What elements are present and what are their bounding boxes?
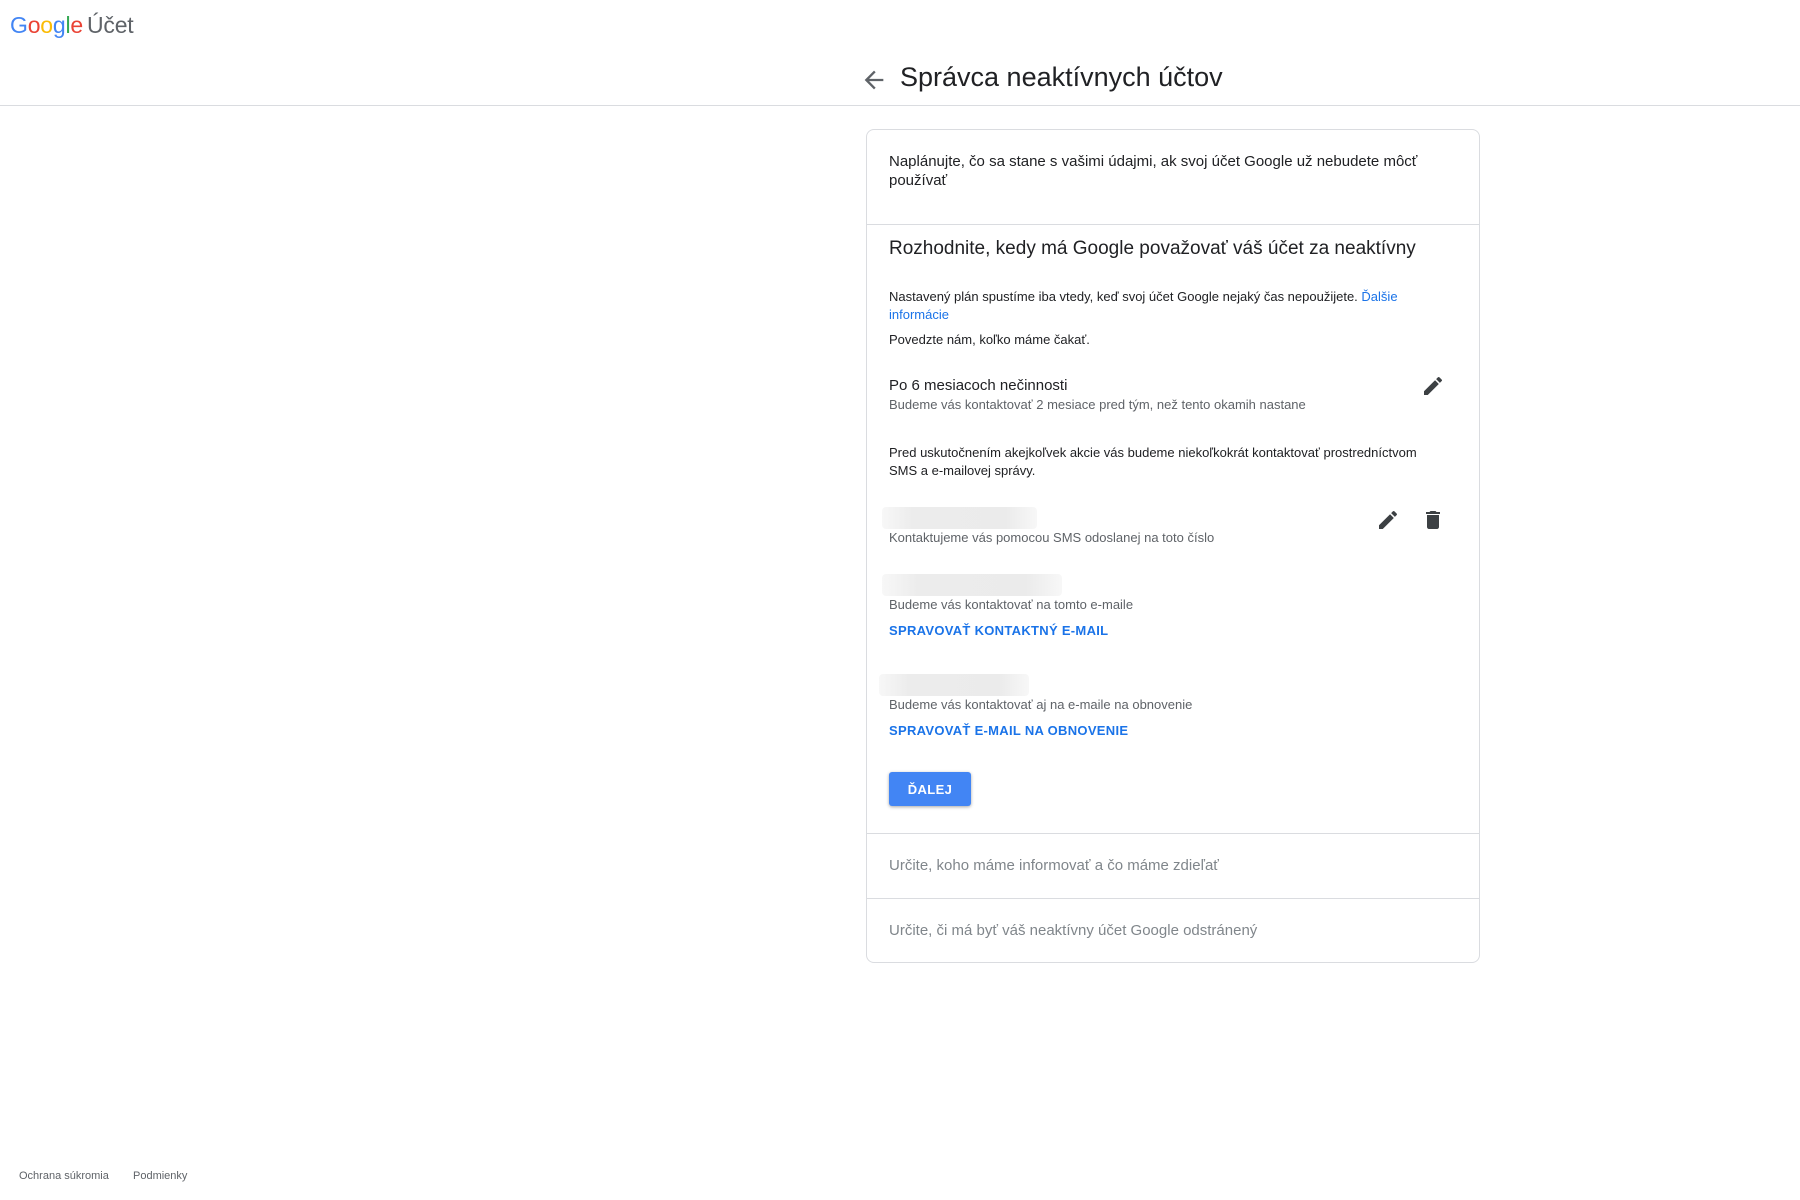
top-app-bar: Google Účet Správca neaktívnych účtov: [0, 0, 1800, 106]
timeout-title: Po 6 mesiacoch nečinnosti: [889, 377, 1068, 394]
redacted-phone-number: [882, 507, 1037, 529]
step-notify-share[interactable]: Určite, koho máme informovať a čo máme z…: [889, 857, 1219, 874]
redacted-recovery-email: [879, 674, 1029, 696]
logo-letter: g: [52, 12, 66, 38]
wait-prompt: Povedzte nám, koľko máme čakať.: [889, 332, 1090, 347]
recovery-email-subtitle: Budeme vás kontaktovať aj na e-maile na …: [889, 697, 1193, 712]
logo-letter: G: [10, 12, 28, 38]
step-delete-account[interactable]: Určite, či má byť váš neaktívny účet Goo…: [889, 922, 1257, 939]
pencil-icon: [1379, 510, 1398, 529]
plan-note: Nastavený plán spustíme iba vtedy, keď s…: [889, 288, 1429, 324]
timeout-subtitle: Budeme vás kontaktovať 2 mesiace pred tý…: [889, 397, 1306, 412]
logo-letter: e: [70, 12, 83, 38]
pencil-icon: [1424, 376, 1443, 395]
contact-email-subtitle: Budeme vás kontaktovať na tomto e-maile: [889, 597, 1134, 612]
edit-phone-button[interactable]: [1376, 508, 1400, 532]
contact-note: Pred uskutočnením akejkoľvek akcie vás b…: [889, 445, 1417, 478]
back-button[interactable]: [860, 66, 888, 94]
phone-subtitle: Kontaktujeme vás pomocou SMS odoslanej n…: [889, 530, 1215, 545]
redacted-contact-email: [882, 574, 1062, 596]
arrow-back-icon: [864, 70, 884, 90]
plan-note-text: Nastavený plán spustíme iba vtedy, keď s…: [889, 289, 1358, 304]
manage-contact-email-link[interactable]: SPRAVOVAŤ KONTAKTNÝ E-MAIL: [889, 623, 1108, 638]
manage-recovery-email-link[interactable]: SPRAVOVAŤ E-MAIL NA OBNOVENIE: [889, 723, 1128, 738]
divider: [867, 224, 1479, 225]
section-title: Rozhodnite, kedy má Google považovať váš…: [889, 238, 1416, 259]
card-intro: Naplánujte, čo sa stane s vašimi údajmi,…: [889, 153, 1418, 189]
logo-letter: o: [40, 12, 53, 38]
product-name: Účet: [87, 12, 134, 38]
terms-link[interactable]: Podmienky: [133, 1170, 187, 1182]
inactive-account-card: Naplánujte, čo sa stane s vašimi údajmi,…: [866, 129, 1480, 963]
google-account-logo[interactable]: Google Účet: [10, 12, 134, 39]
trash-icon: [1426, 511, 1440, 529]
privacy-link[interactable]: Ochrana súkromia: [19, 1170, 109, 1182]
next-button[interactable]: ĎALEJ: [889, 772, 971, 806]
divider: [867, 833, 1479, 834]
logo-letter: o: [27, 12, 41, 38]
page-title: Správca neaktívnych účtov: [900, 62, 1223, 92]
divider: [867, 898, 1479, 899]
delete-phone-button[interactable]: [1421, 508, 1445, 532]
edit-timeout-button[interactable]: [1421, 374, 1445, 398]
